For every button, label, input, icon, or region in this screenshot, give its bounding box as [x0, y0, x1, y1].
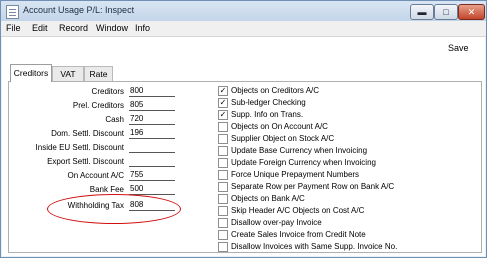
field-label-cash: Cash	[105, 115, 124, 124]
checkbox-objects-on-creditors[interactable]: ✓	[218, 86, 228, 96]
checkbox-objects-on-bank[interactable]	[218, 194, 228, 204]
field-label-creditors: Creditors	[91, 87, 124, 96]
save-button[interactable]: Save	[448, 43, 469, 53]
checkbox-label: Update Base Currency when Invoicing	[231, 146, 368, 155]
tab-creditors[interactable]: Creditors	[10, 64, 52, 82]
content-area: Save Creditors VAT Rate Creditors 800 Pr…	[2, 37, 485, 256]
window-title: Account Usage P/L: Inspect	[23, 5, 135, 15]
checkbox-disallow-over-pay[interactable]	[218, 218, 228, 228]
field-label-inside-eu-settl-discount: Inside EU Settl. Discount	[35, 143, 124, 152]
checkbox-label: Force Unique Prepayment Numbers	[231, 170, 360, 179]
creditors-panel: Creditors 800 Prel. Creditors 805 Cash 7…	[8, 81, 482, 253]
checkbox-force-unique-prepayment[interactable]	[218, 170, 228, 180]
minimize-button[interactable]: ▬	[410, 4, 434, 20]
checkbox-label: Disallow Invoices with Same Supp. Invoic…	[231, 242, 398, 251]
checkbox-label: Skip Header A/C Objects on Cost A/C	[231, 206, 365, 215]
checkbox-supplier-object-on-stock[interactable]	[218, 134, 228, 144]
checkbox-label: Objects on Creditors A/C	[231, 86, 320, 95]
checkbox-objects-on-on-account[interactable]	[218, 122, 228, 132]
close-button[interactable]: ✕	[458, 4, 485, 20]
field-label-prel-creditors: Prel. Creditors	[72, 101, 124, 110]
app-window: Account Usage P/L: Inspect ▬ □ ✕ File Ed…	[0, 0, 487, 258]
bank-fee-field[interactable]: 500	[129, 184, 175, 195]
menu-edit[interactable]: Edit	[32, 23, 48, 33]
checkbox-label: Separate Row per Payment Row on Bank A/C	[231, 182, 395, 191]
checkbox-disallow-same-supp-invoice[interactable]	[218, 242, 228, 252]
highlight-ellipse	[47, 194, 181, 224]
field-label-bank-fee: Bank Fee	[89, 185, 124, 194]
tab-vat[interactable]: VAT	[52, 66, 84, 81]
checkbox-update-foreign-currency[interactable]	[218, 158, 228, 168]
field-label-dom-settl-discount: Dom. Settl. Discount	[51, 129, 124, 138]
menu-record[interactable]: Record	[59, 23, 88, 33]
checkbox-label: Sub-ledger Checking	[231, 98, 306, 107]
dom-settl-discount-field[interactable]: 196	[129, 128, 175, 139]
checkbox-label: Supp. Info on Trans.	[231, 110, 304, 119]
checkbox-supp-info-on-trans[interactable]: ✓	[218, 110, 228, 120]
checkbox-sub-ledger-checking[interactable]: ✓	[218, 98, 228, 108]
checkbox-label: Create Sales Invoice from Credit Note	[231, 230, 366, 239]
prel-creditors-account-field[interactable]: 805	[129, 100, 175, 111]
menu-info[interactable]: Info	[135, 23, 150, 33]
checkbox-label: Disallow over-pay Invoice	[231, 218, 322, 227]
creditors-account-field[interactable]: 800	[129, 86, 175, 97]
checkbox-skip-header-objects[interactable]	[218, 206, 228, 216]
title-bar[interactable]: Account Usage P/L: Inspect ▬ □ ✕	[1, 1, 486, 21]
menu-bar: File Edit Record Window Info	[1, 21, 486, 37]
inside-eu-settl-discount-field[interactable]	[129, 142, 175, 153]
cash-account-field[interactable]: 720	[129, 114, 175, 125]
export-settl-discount-field[interactable]	[129, 156, 175, 167]
maximize-button[interactable]: □	[434, 4, 458, 20]
checkbox-label: Update Foreign Currency when Invoicing	[231, 158, 376, 167]
checkbox-create-sales-invoice[interactable]	[218, 230, 228, 240]
checkbox-label: Supplier Object on Stock A/C	[231, 134, 335, 143]
checkbox-update-base-currency[interactable]	[218, 146, 228, 156]
checkbox-label: Objects on Bank A/C	[231, 194, 305, 203]
checkbox-label: Objects on On Account A/C	[231, 122, 328, 131]
menu-file[interactable]: File	[6, 23, 21, 33]
field-label-on-account: On Account A/C	[67, 171, 124, 180]
tab-rate[interactable]: Rate	[84, 66, 113, 81]
menu-window[interactable]: Window	[96, 23, 128, 33]
document-icon	[6, 5, 19, 19]
field-label-export-settl-discount: Export Settl. Discount	[47, 157, 124, 166]
on-account-field[interactable]: 755	[129, 170, 175, 181]
checkbox-separate-row-per-payment[interactable]	[218, 182, 228, 192]
